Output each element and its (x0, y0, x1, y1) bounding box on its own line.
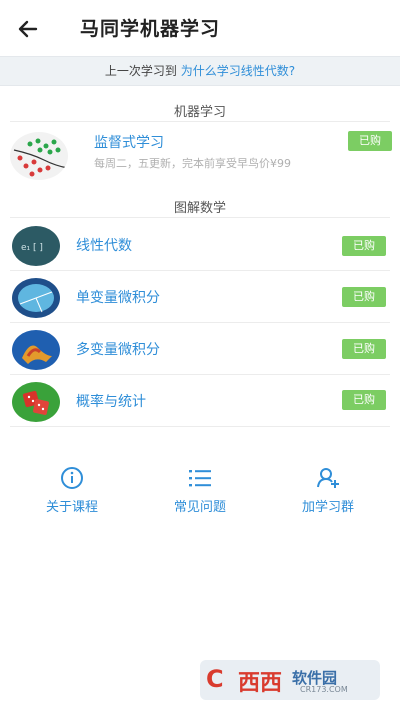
course-title: 线性代数 (76, 238, 132, 254)
last-study-link[interactable]: 为什么学习线性代数? (181, 64, 295, 78)
add-group-icon (317, 468, 339, 488)
course-row-single-variable-calculus[interactable]: 单变量微积分 已购 (0, 272, 400, 322)
course-title: 概率与统计 (76, 394, 146, 410)
join-group-label: 加学习群 (301, 500, 354, 515)
last-study-prefix: 上一次学习到 (104, 64, 177, 78)
watermark-c: C (206, 665, 224, 693)
watermark-brand: 西西 (238, 671, 283, 696)
about-course-button[interactable]: 关于课程 (12, 466, 132, 515)
app-header: 马同学机器学习 (0, 0, 400, 56)
section-label-machine-learning: 机器学习 (173, 105, 226, 120)
faq-button[interactable]: 常见问题 (140, 466, 260, 515)
info-icon (61, 467, 83, 489)
section-label-illustrated-math: 图解数学 (173, 201, 226, 216)
divider (10, 270, 390, 271)
svg-text:e₁ [ ]: e₁ [ ] (21, 243, 43, 253)
purchased-badge: 已购 (342, 287, 386, 307)
single-variable-calculus-thumbnail (12, 278, 60, 318)
multivariable-calculus-thumbnail (12, 330, 60, 370)
course-row-supervised-learning[interactable]: 监督式学习 每周二，五更新，完本前享受早鸟价¥99 已购 (0, 124, 400, 186)
probability-dice-thumbnail (12, 382, 60, 422)
divider (10, 322, 390, 323)
linear-algebra-thumbnail: e₁ [ ] (12, 226, 60, 266)
course-title: 单变量微积分 (76, 290, 160, 306)
course-row-multivariable-calculus[interactable]: 多变量微积分 已购 (0, 324, 400, 374)
divider (10, 121, 390, 122)
purchased-badge: 已购 (348, 131, 392, 151)
course-row-linear-algebra[interactable]: e₁ [ ] 线性代数 已购 (0, 220, 400, 270)
bottom-actions: 关于课程 常见问题 加学习群 (0, 466, 400, 526)
site-watermark-logo: C 西西 软件园 CR173.COM (200, 660, 380, 700)
divider (10, 217, 390, 218)
course-subtitle: 每周二，五更新，完本前享受早鸟价¥99 (94, 157, 291, 170)
faq-label: 常见问题 (173, 500, 226, 515)
course-title: 多变量微积分 (76, 342, 160, 358)
purchased-badge: 已购 (342, 339, 386, 359)
supervised-learning-thumbnail (10, 132, 68, 180)
course-row-probability-statistics[interactable]: 概率与统计 已购 (0, 376, 400, 426)
about-course-label: 关于课程 (45, 500, 98, 515)
divider (10, 426, 390, 427)
page-title: 马同学机器学习 (80, 18, 221, 40)
join-group-button[interactable]: 加学习群 (268, 466, 388, 515)
purchased-badge: 已购 (342, 390, 386, 410)
back-arrow-icon[interactable] (14, 15, 42, 43)
course-title: 监督式学习 (94, 135, 164, 151)
last-study-bar: 上一次学习到 为什么学习线性代数? (0, 56, 400, 86)
divider (10, 374, 390, 375)
list-icon (189, 470, 211, 487)
watermark-site: CR173.COM (300, 685, 348, 694)
purchased-badge: 已购 (342, 236, 386, 256)
